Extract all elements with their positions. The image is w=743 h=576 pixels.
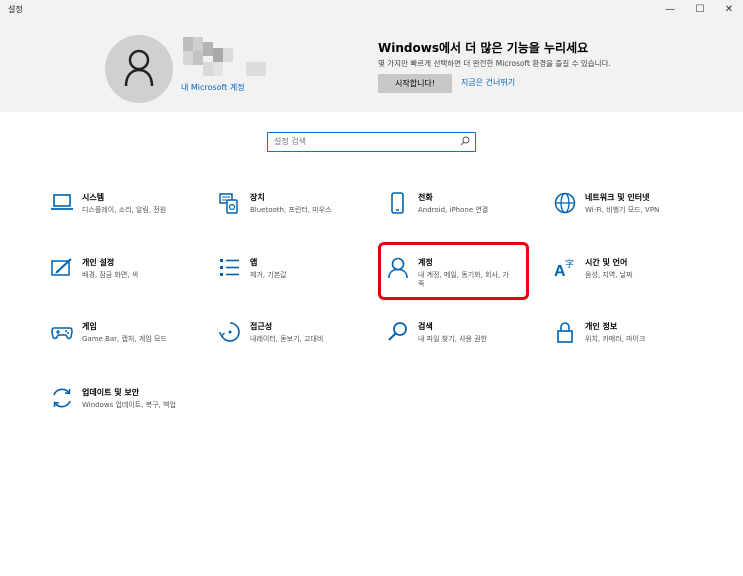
category-desc: 배경, 잠금 화면, 색 [82, 271, 139, 279]
microsoft-account-link[interactable]: 내 Microsoft 계정 [181, 82, 245, 93]
category-gaming[interactable]: 게임 Game Bar, 캡처, 게임 모드 [51, 321, 191, 357]
category-name: 접근성 [250, 322, 273, 331]
search-icon[interactable] [460, 136, 470, 146]
accessibility-icon [219, 322, 240, 342]
minimize-button[interactable]: — [660, 2, 680, 18]
maximize-button[interactable]: ☐ [690, 2, 710, 18]
highlight-annotation [378, 242, 529, 300]
category-name: 네트워크 및 인터넷 [585, 193, 650, 202]
category-apps[interactable]: 앱 제거, 기본값 [219, 257, 359, 293]
category-update-security[interactable]: 업데이트 및 보안 Windows 업데이트, 복구, 백업 [51, 387, 211, 423]
devices-icon [219, 193, 238, 214]
category-desc: Wi-Fi, 비행기 모드, VPN [585, 206, 660, 214]
globe-icon [554, 192, 576, 214]
promo-title: Windows에서 더 많은 기능을 누리세요 [378, 41, 589, 55]
category-accessibility[interactable]: 접근성 내레이터, 돋보기, 고대비 [219, 321, 359, 357]
promo-description: 몇 가지만 빠르게 선택하면 더 완전한 Microsoft 환경을 즐길 수 … [378, 59, 611, 68]
person-icon [124, 49, 154, 87]
category-desc: 위치, 카메라, 마이크 [585, 335, 646, 343]
laptop-icon [51, 194, 73, 210]
category-desc: 내레이터, 돋보기, 고대비 [250, 335, 324, 343]
category-system[interactable]: 시스템 디스플레이, 소리, 알림, 전원 [51, 192, 191, 228]
category-personalization[interactable]: 개인 설정 배경, 잠금 화면, 색 [51, 257, 191, 293]
category-name: 시간 및 언어 [585, 258, 628, 267]
settings-search[interactable] [267, 132, 476, 152]
account-header: 내 Microsoft 계정 Windows에서 더 많은 기능을 누리세요 몇… [0, 20, 743, 112]
category-name: 개인 정보 [585, 322, 618, 331]
category-privacy[interactable]: 개인 정보 위치, 카메라, 마이크 [554, 321, 694, 357]
skip-link[interactable]: 지금은 건너뛰기 [461, 77, 515, 88]
svg-text:字: 字 [565, 258, 574, 269]
category-name: 시스템 [82, 193, 105, 202]
category-name: 개인 설정 [82, 258, 115, 267]
category-desc: Bluetooth, 프린터, 마우스 [250, 206, 332, 214]
category-desc: Android, iPhone 연결 [418, 206, 489, 214]
category-devices[interactable]: 장치 Bluetooth, 프린터, 마우스 [219, 192, 359, 228]
category-search[interactable]: 검색 내 파일 찾기, 사용 권한 [387, 321, 527, 357]
lock-icon [557, 322, 573, 343]
category-desc: 내 파일 찾기, 사용 권한 [418, 335, 488, 343]
category-desc: 제거, 기본값 [250, 271, 287, 279]
category-name: 업데이트 및 보안 [82, 388, 140, 397]
category-name: 검색 [418, 322, 433, 331]
gamepad-icon [51, 327, 73, 340]
category-desc: Game Bar, 캡처, 게임 모드 [82, 335, 167, 343]
category-name: 전화 [418, 193, 433, 202]
category-time-language[interactable]: A 字 시간 및 언어 음성, 지역, 날짜 [554, 257, 694, 293]
category-name: 게임 [82, 322, 97, 331]
category-network[interactable]: 네트워크 및 인터넷 Wi-Fi, 비행기 모드, VPN [554, 192, 704, 228]
category-desc: 음성, 지역, 날짜 [585, 271, 633, 279]
search-icon [388, 322, 407, 341]
apps-icon [220, 259, 239, 276]
category-name: 앱 [250, 258, 258, 267]
search-input[interactable] [274, 134, 454, 149]
start-button[interactable]: 시작합니다! [378, 74, 452, 93]
title-bar: 설정 — ☐ ✕ [0, 0, 743, 20]
close-button[interactable]: ✕ [719, 2, 739, 18]
category-name: 장치 [250, 193, 265, 202]
phone-icon [391, 192, 404, 214]
category-desc: 디스플레이, 소리, 알림, 전원 [82, 206, 167, 214]
category-desc: Windows 업데이트, 복구, 백업 [82, 401, 176, 409]
update-icon [53, 388, 71, 408]
personalization-icon [51, 258, 72, 276]
language-icon: A 字 [554, 258, 574, 279]
avatar[interactable] [105, 35, 173, 103]
window-title: 설정 [8, 5, 23, 14]
category-phone[interactable]: 전화 Android, iPhone 연결 [387, 192, 527, 228]
